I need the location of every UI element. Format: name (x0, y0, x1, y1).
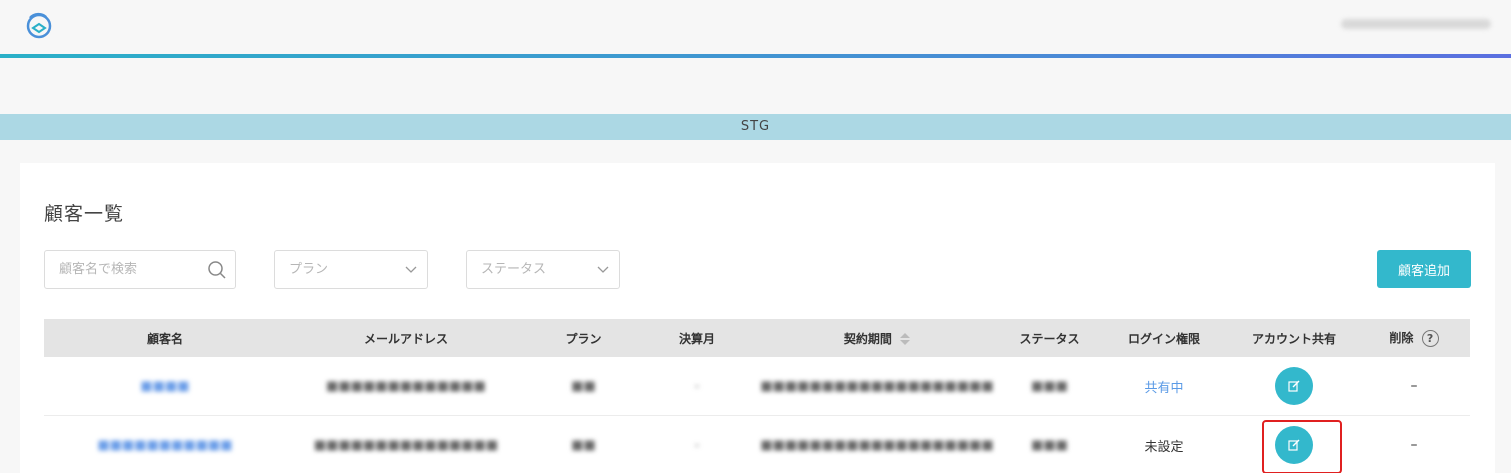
billing-month-value: - (694, 378, 700, 394)
header-plan: プラン (565, 331, 602, 346)
search-input[interactable] (45, 251, 195, 288)
edit-icon (1288, 439, 1300, 451)
customer-name-cell[interactable]: ■■■■■■■■■■■ (44, 438, 286, 453)
customer-name-cell[interactable]: ■■■■ (44, 379, 286, 394)
login-permission-shared[interactable]: 共有中 (1144, 381, 1183, 396)
email-value: ■■■■■■■■■■■■■■■ (313, 437, 499, 453)
status-select-placeholder: ステータス (481, 262, 547, 277)
contract-period-cell: ■■■■■■■■■■■■■■■■■■■ (753, 379, 1001, 394)
status-cell: ■■■ (1001, 379, 1098, 394)
email-cell: ■■■■■■■■■■■■■■■ (286, 438, 526, 453)
delete-cell: – (1410, 378, 1418, 394)
customer-table: 顧客名 メールアドレス プラン 決算月 契約期間 ステータス ログイン権限 アカ… (44, 319, 1470, 473)
account-share-edit-button[interactable] (1275, 426, 1313, 464)
email-value: ■■■■■■■■■■■■■ (326, 378, 486, 394)
header-delete: 削除 ? (1358, 329, 1470, 347)
sort-icon[interactable] (900, 333, 911, 345)
header-divider (0, 54, 1511, 58)
chevron-down-icon (597, 266, 609, 273)
customer-name-link[interactable]: ■■■■■■■■■■■ (97, 438, 232, 453)
header-billing-month: 決算月 (678, 331, 715, 346)
table-row: ■■■■ ■■■■■■■■■■■■■ ■■ - ■■■■■■■■■■■■■■■■… (44, 357, 1470, 416)
header-delete-label: 削除 (1389, 331, 1414, 345)
plan-cell: ■■ (526, 438, 641, 453)
page-title: 顧客一覧 (44, 203, 125, 225)
status-value: ■■■ (1031, 437, 1068, 453)
plan-select[interactable]: プラン (274, 250, 428, 289)
header-contract-period[interactable]: 契約期間 (753, 330, 1001, 347)
billing-month-cell: - (641, 379, 753, 394)
billing-month-cell: - (641, 438, 753, 453)
plan-cell: ■■ (526, 379, 641, 394)
header-contract-period-label: 契約期間 (843, 331, 892, 346)
plan-value: ■■ (571, 378, 596, 394)
contract-period-value: ■■■■■■■■■■■■■■■■■■■ (760, 378, 994, 394)
table-row: ■■■■■■■■■■■ ■■■■■■■■■■■■■■■ ■■ - ■■■■■■■… (44, 416, 1470, 473)
environment-banner: STG (0, 114, 1511, 140)
status-select[interactable]: ステータス (466, 250, 620, 289)
billing-month-value: - (694, 437, 700, 453)
header-email: メールアドレス (363, 331, 448, 346)
edit-icon (1288, 380, 1300, 392)
help-icon[interactable]: ? (1421, 330, 1439, 347)
header-login-permission: ログイン権限 (1127, 331, 1200, 346)
header-name: 顧客名 (146, 331, 183, 346)
search-box (44, 250, 236, 289)
add-customer-button[interactable]: 顧客追加 (1377, 250, 1471, 288)
email-cell: ■■■■■■■■■■■■■ (286, 379, 526, 394)
header-status: ステータス (1019, 331, 1080, 346)
account-share-cell (1230, 367, 1358, 405)
customer-name-link[interactable]: ■■■■ (140, 379, 189, 394)
search-icon[interactable] (207, 260, 227, 280)
chevron-down-icon (405, 266, 417, 273)
status-cell: ■■■ (1001, 438, 1098, 453)
login-permission-cell: 共有中 (1098, 377, 1230, 396)
account-share-edit-button[interactable] (1275, 367, 1313, 405)
customer-list-panel: 顧客一覧 プラン ステータス 顧客追加 顧客名 メールアドレス プラン 決算月 … (20, 163, 1495, 473)
table-header: 顧客名 メールアドレス プラン 決算月 契約期間 ステータス ログイン権限 アカ… (44, 319, 1470, 357)
contract-period-value: ■■■■■■■■■■■■■■■■■■■ (760, 437, 994, 453)
user-menu[interactable] (1341, 19, 1491, 29)
header-account-share: アカウント共有 (1251, 331, 1336, 346)
status-value: ■■■ (1031, 378, 1068, 394)
account-share-cell (1230, 426, 1358, 464)
login-permission-cell: 未設定 (1144, 439, 1184, 455)
delete-cell: – (1410, 437, 1418, 453)
plan-value: ■■ (571, 437, 596, 453)
logo-icon[interactable] (24, 10, 54, 40)
plan-select-placeholder: プラン (289, 262, 329, 277)
contract-period-cell: ■■■■■■■■■■■■■■■■■■■ (753, 438, 1001, 453)
top-bar (0, 0, 1511, 54)
